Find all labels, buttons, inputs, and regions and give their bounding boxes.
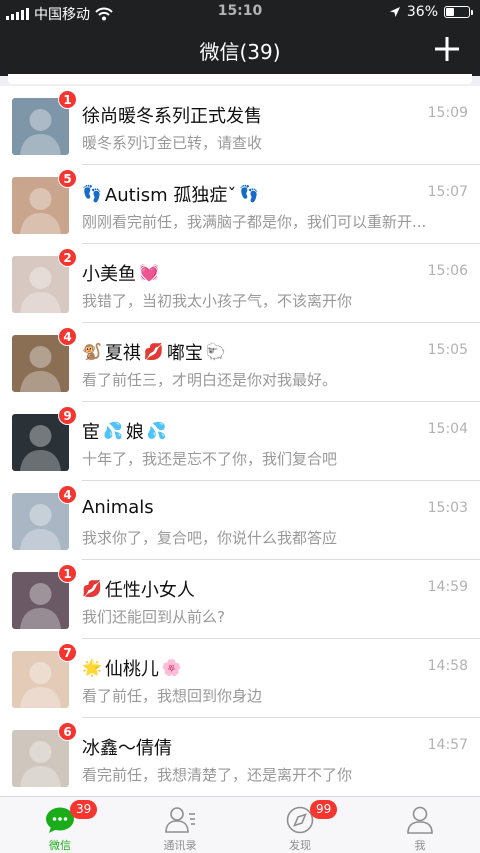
chat-name: 🐒 夏祺 💋 嘟宝 🐑 [82, 339, 226, 365]
tab-badge: 99 [310, 800, 338, 819]
plus-icon[interactable] [432, 34, 462, 64]
chat-row[interactable]: 7 🌟 仙桃儿 🌸 14:58 看了前任，我想回到你身边 [0, 639, 480, 718]
chat-preview: 我求你了，复合吧，你说什么我都答应 [82, 529, 338, 547]
chat-name: 🌟 仙桃儿 🌸 [82, 655, 182, 681]
name-emoji: 🐒 [82, 342, 102, 361]
chat-name-text: 娘 [125, 422, 144, 443]
chat-name-text: 小美鱼 [82, 264, 136, 285]
person-icon [407, 806, 433, 834]
name-emoji: 💋 [82, 579, 102, 598]
unread-badge: 6 [58, 722, 77, 741]
chat-name: 宦 💦 娘 💦 [82, 418, 167, 444]
unread-badge: 2 [58, 248, 77, 267]
tab-me[interactable]: 我 [360, 797, 480, 853]
name-emoji: 🌟 [82, 658, 102, 677]
chat-name-text: 仙桃儿 [104, 659, 159, 680]
chat-name-text: 冰鑫～倩倩 [82, 738, 172, 759]
chat-name-text: 任性小女人 [104, 580, 195, 601]
tab-label: 通讯录 [163, 839, 197, 852]
chat-name-text: 徐尚暖冬系列正式发售 [82, 106, 262, 127]
chat-name-text: 夏祺 [104, 343, 141, 364]
unread-badge: 1 [58, 564, 77, 583]
chat-row[interactable]: 4 🐒 夏祺 💋 嘟宝 🐑 15:05 看了前任三，才明白还是你对我最好。 [0, 323, 480, 402]
name-emoji: 💦 [103, 421, 123, 440]
chat-name-text: Animals [82, 497, 154, 518]
chat-row[interactable]: 5 👣 Autism 孤独症ˇ 👣 15:07 刚刚看完前任，我满脑子都是你，我们可… [0, 165, 480, 244]
chat-row[interactable]: 1 徐尚暖冬系列正式发售 15:09 暖冬系列订金已转，请查收 [0, 86, 480, 165]
tab-label: 微信 [49, 839, 71, 852]
chat-name: Animals [82, 497, 154, 518]
chat-name-text: 嘟宝 [166, 343, 203, 364]
unread-badge: 4 [58, 327, 77, 346]
chat-time: 15:07 [427, 184, 468, 200]
chat-list: 1 徐尚暖冬系列正式发售 15:09 暖冬系列订金已转，请查收 5 👣 Autis… [0, 86, 480, 797]
nav-header: 微信(39) [0, 24, 480, 76]
tab-discover[interactable]: 99 发现 [240, 797, 360, 853]
chat-row[interactable]: 2 小美鱼 💓 15:06 我错了，当初我太小孩子气，不该离开你 [0, 244, 480, 323]
chat-name-text: 宦 [82, 422, 100, 443]
name-emoji: 💓 [139, 263, 159, 282]
name-emoji: 👣 [239, 184, 260, 203]
unread-badge: 4 [58, 485, 77, 504]
search-bar-edge[interactable] [0, 74, 480, 86]
tab-chats[interactable]: 39 微信 [0, 797, 120, 853]
location-arrow-icon [389, 7, 400, 17]
tab-label: 发现 [289, 839, 311, 852]
battery-percent: 36% [406, 4, 438, 20]
chat-time: 15:06 [427, 263, 468, 279]
name-emoji: 💋 [143, 342, 164, 361]
unread-badge: 7 [58, 643, 77, 662]
chat-name-text: Autism 孤独症ˇ [104, 185, 237, 206]
tab-bar: 39 微信 通讯录 99 发现 我 [0, 796, 480, 853]
chat-name: 💋 任性小女人 [82, 576, 195, 602]
name-emoji: 🌸 [161, 658, 182, 677]
chat-row[interactable]: 6 冰鑫～倩倩 14:57 看完前任，我想清楚了，还是离开不了你 [0, 718, 480, 797]
name-emoji: 💦 [146, 421, 167, 440]
chat-name: 👣 Autism 孤独症ˇ 👣 [82, 181, 259, 207]
chat-time: 15:05 [427, 342, 468, 358]
page-title: 微信(39) [199, 40, 281, 64]
unread-badge: 1 [58, 90, 77, 109]
chat-preview: 看完前任，我想清楚了，还是离开不了你 [82, 766, 353, 784]
chat-preview: 暖冬系列订金已转，请查收 [82, 134, 263, 152]
chat-preview: 十年了，我还是忘不了你，我们复合吧 [82, 450, 338, 468]
chat-row[interactable]: 1 💋 任性小女人 14:59 我们还能回到从前么? [0, 560, 480, 639]
chat-time: 15:09 [427, 105, 468, 121]
battery-icon [444, 6, 473, 18]
chat-preview: 看了前任三，才明白还是你对我最好。 [82, 371, 338, 389]
chat-name: 小美鱼 💓 [82, 260, 159, 286]
status-bar: 中国移动 15:10 36% [0, 0, 480, 24]
chat-time: 15:03 [427, 500, 468, 516]
unread-badge: 9 [58, 406, 77, 425]
chat-preview: 我错了，当初我太小孩子气，不该离开你 [82, 292, 353, 310]
chat-preview: 刚刚看完前任，我满脑子都是你，我们可以重新开... [82, 213, 427, 231]
chat-preview: 我们还能回到从前么? [82, 608, 225, 626]
name-emoji: 🐑 [205, 342, 226, 361]
tab-label: 我 [414, 839, 426, 852]
chat-time: 15:04 [427, 421, 468, 437]
chat-row[interactable]: 9 宦 💦 娘 💦 15:04 十年了，我还是忘不了你，我们复合吧 [0, 402, 480, 481]
unread-badge: 5 [58, 169, 77, 188]
tab-badge: 39 [70, 800, 98, 819]
chat-name: 徐尚暖冬系列正式发售 [82, 102, 262, 128]
contacts-icon [165, 807, 195, 833]
chat-name: 冰鑫～倩倩 [82, 734, 172, 760]
chat-row[interactable]: 4 Animals 15:03 我求你了，复合吧，你说什么我都答应 [0, 481, 480, 560]
name-emoji: 👣 [82, 184, 102, 203]
chat-time: 14:59 [427, 579, 468, 595]
chat-preview: 看了前任，我想回到你身边 [82, 687, 263, 705]
tab-contacts[interactable]: 通讯录 [120, 797, 240, 853]
chat-time: 14:58 [427, 658, 468, 674]
chat-time: 14:57 [427, 737, 468, 753]
